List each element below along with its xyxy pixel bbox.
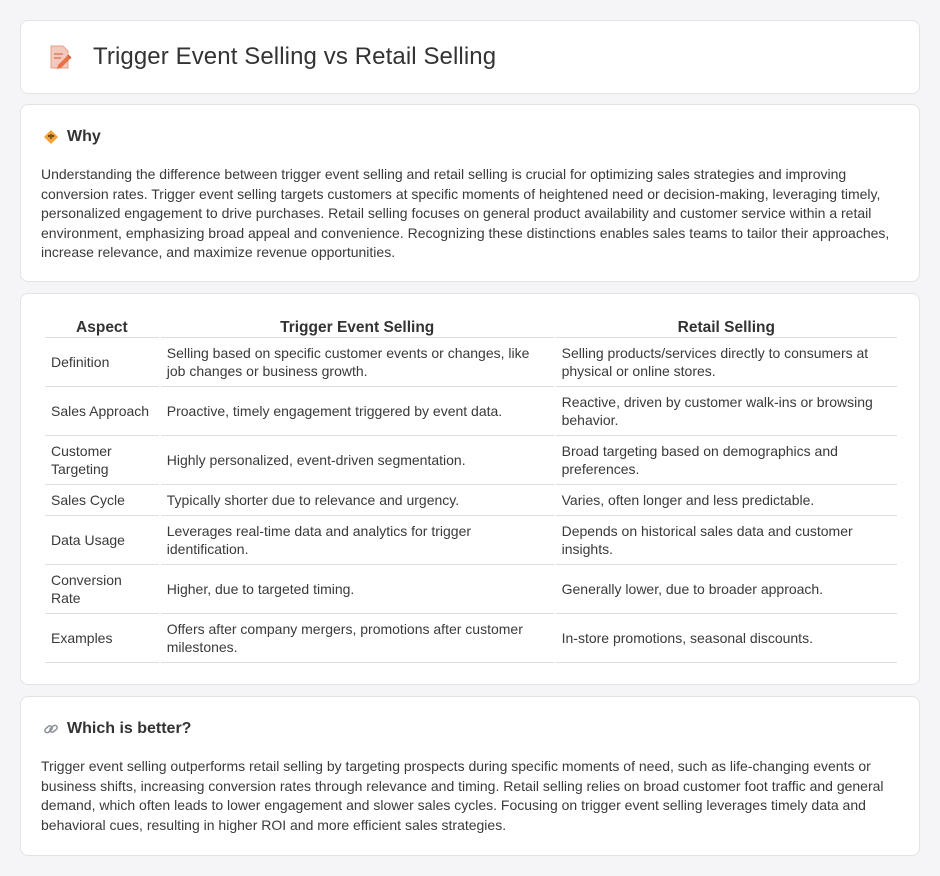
table-row: Examples Offers after company mergers, p… <box>45 614 897 663</box>
row-retail: Depends on historical sales data and cus… <box>555 516 897 565</box>
row-aspect: Data Usage <box>45 516 159 565</box>
row-retail: Reactive, driven by customer walk-ins or… <box>555 387 897 436</box>
row-retail: Varies, often longer and less predictabl… <box>555 485 897 516</box>
title-row: Trigger Event Selling vs Retail Selling <box>48 43 496 71</box>
better-card: Which is better? Trigger event selling o… <box>20 696 920 856</box>
comparison-card: Aspect Trigger Event Selling Retail Sell… <box>20 293 920 685</box>
row-aspect: Sales Cycle <box>45 485 159 516</box>
table-row: Conversion Rate Higher, due to targeted … <box>45 565 897 614</box>
warning-diamond-icon <box>44 130 58 144</box>
why-heading: Why <box>43 128 101 146</box>
why-text: Understanding the difference between tri… <box>41 166 890 261</box>
page-title: Trigger Event Selling vs Retail Selling <box>93 43 497 70</box>
table-row: Definition Selling based on specific cus… <box>45 338 897 387</box>
row-retail: Broad targeting based on demographics an… <box>555 436 897 485</box>
comparison-table: Aspect Trigger Event Selling Retail Sell… <box>43 315 899 663</box>
column-header-trigger: Trigger Event Selling <box>160 315 554 338</box>
better-text: Trigger event selling outperforms retail… <box>41 758 884 833</box>
better-heading: Which is better? <box>43 720 191 738</box>
row-trigger: Selling based on specific customer event… <box>160 338 554 387</box>
table-header-row: Aspect Trigger Event Selling Retail Sell… <box>45 315 897 338</box>
row-aspect: Definition <box>45 338 159 387</box>
row-aspect: Customer Targeting <box>45 436 159 485</box>
row-retail: Generally lower, due to broader approach… <box>555 565 897 614</box>
row-trigger: Leverages real-time data and analytics f… <box>160 516 554 565</box>
row-aspect: Sales Approach <box>45 387 159 436</box>
row-retail: In-store promotions, seasonal discounts. <box>555 614 897 663</box>
why-card: Why Understanding the difference between… <box>20 104 920 282</box>
link-icon <box>44 724 58 734</box>
row-trigger: Highly personalized, event-driven segmen… <box>160 436 554 485</box>
row-trigger: Typically shorter due to relevance and u… <box>160 485 554 516</box>
table-row: Sales Cycle Typically shorter due to rel… <box>45 485 897 516</box>
better-title: Which is better? <box>67 720 192 737</box>
row-aspect: Examples <box>45 614 159 663</box>
row-trigger: Proactive, timely engagement triggered b… <box>160 387 554 436</box>
row-retail: Selling products/services directly to co… <box>555 338 897 387</box>
table-row: Data Usage Leverages real-time data and … <box>45 516 897 565</box>
column-header-aspect: Aspect <box>45 315 159 338</box>
table-row: Customer Targeting Highly personalized, … <box>45 436 897 485</box>
column-header-retail: Retail Selling <box>555 315 897 338</box>
document-pencil-icon <box>50 45 72 69</box>
row-trigger: Offers after company mergers, promotions… <box>160 614 554 663</box>
why-title: Why <box>67 128 101 145</box>
header-card: Trigger Event Selling vs Retail Selling <box>20 20 920 94</box>
table-row: Sales Approach Proactive, timely engagem… <box>45 387 897 436</box>
row-aspect: Conversion Rate <box>45 565 159 614</box>
row-trigger: Higher, due to targeted timing. <box>160 565 554 614</box>
